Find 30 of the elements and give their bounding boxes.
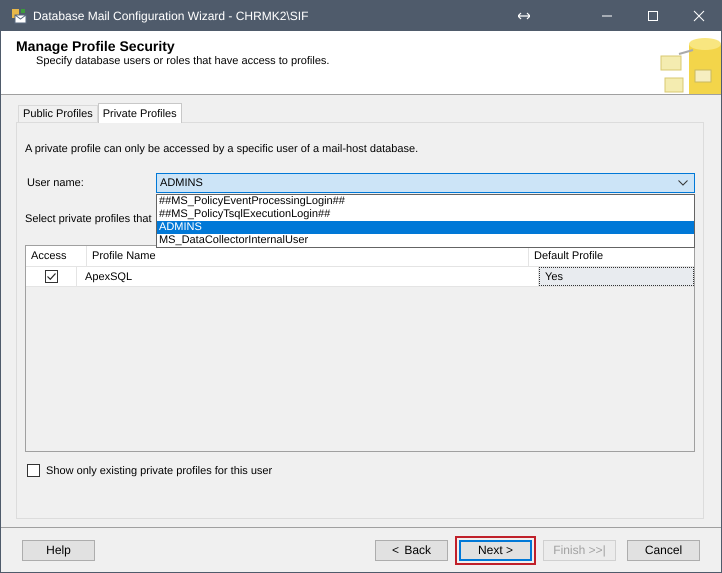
access-checkbox[interactable]: [44, 270, 58, 283]
table-cell: ApexSQL: [85, 270, 132, 282]
intro-text: A private profile can only be accessed by a specific user of a mail-host database.: [25, 143, 420, 155]
checkbox[interactable]: [27, 464, 40, 477]
wizard-button[interactable]: Cancel: [627, 540, 700, 560]
dropdown-option[interactable]: ##MS_PolicyTsqlExecutionLogin##: [157, 208, 694, 221]
wizard-button[interactable]: Help: [22, 540, 95, 560]
user-name-label: User name:: [26, 177, 85, 189]
column-header[interactable]: Profile Name: [87, 246, 529, 266]
dropdown-option[interactable]: ##MS_PolicyEventProcessingLogin##: [157, 195, 694, 208]
maximize-icon[interactable]: [647, 10, 659, 22]
window-title: Database Mail Configuration Wizard - CHRMK2\SIF: [33, 8, 308, 22]
column-header[interactable]: Access: [26, 246, 87, 266]
resize-icon: [518, 12, 530, 20]
wizard-button[interactable]: < Back: [375, 540, 448, 560]
close-icon[interactable]: [693, 10, 705, 22]
app-icon: [11, 8, 27, 24]
page-title: Manage Profile Security: [16, 38, 176, 54]
wizard-button[interactable]: Next >: [459, 540, 532, 560]
user-name-dropdown[interactable]: ADMINS: [156, 173, 695, 193]
tab[interactable]: Private Profiles: [98, 103, 182, 123]
default-profile-cell[interactable]: Yes: [539, 267, 694, 286]
chevron-down-icon: [678, 180, 688, 186]
select-profiles-label: Select private profiles that: [25, 213, 152, 225]
tab[interactable]: Public Profiles: [18, 105, 98, 122]
page-subtitle: Specify database users or roles that have access to profiles.: [35, 55, 330, 67]
column-header[interactable]: Default Profile: [529, 246, 694, 266]
dropdown-option[interactable]: MS_DataCollectorInternalUser: [157, 234, 694, 247]
dropdown-option[interactable]: ADMINS: [157, 221, 694, 234]
checkbox-label: Show only existing private profiles for this user: [46, 464, 272, 476]
